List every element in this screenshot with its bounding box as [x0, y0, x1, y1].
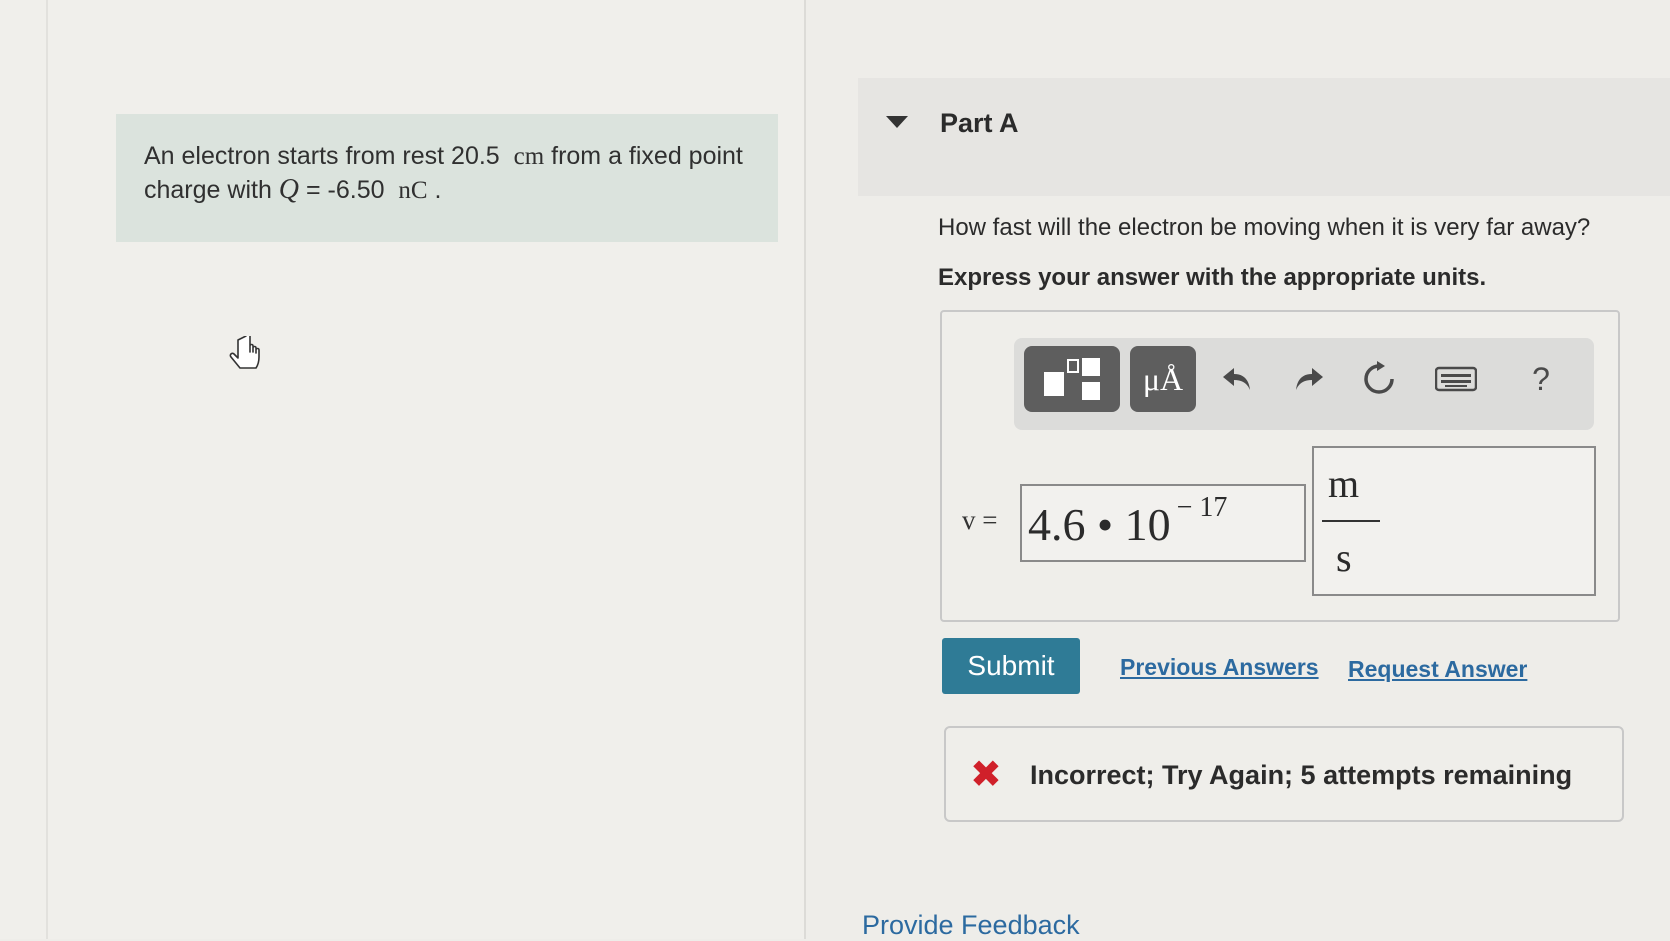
units-button[interactable]: μÅ: [1130, 346, 1196, 412]
request-answer-link[interactable]: Request Answer: [1348, 656, 1527, 683]
collapse-caret-icon[interactable]: [886, 116, 908, 128]
undo-icon[interactable]: [1214, 356, 1260, 402]
submit-button[interactable]: Submit: [942, 638, 1080, 694]
distance-value: 20.5: [451, 142, 500, 170]
charge-unit: nC: [398, 177, 428, 204]
keyboard-icon[interactable]: [1426, 356, 1486, 402]
question-text: How fast will the electron be moving whe…: [938, 214, 1591, 241]
problem-statement: An electron starts from rest 20.5 cm fro…: [116, 114, 778, 242]
previous-answers-link[interactable]: Previous Answers: [1120, 654, 1319, 681]
units-input[interactable]: m s: [1312, 446, 1596, 596]
instruction-text: Express your answer with the appropriate…: [938, 264, 1487, 291]
charge-symbol: Q: [278, 174, 300, 205]
help-button[interactable]: ?: [1518, 356, 1564, 402]
value-mantissa: 4.6 • 10: [1028, 499, 1171, 550]
period: .: [427, 176, 442, 204]
redo-icon[interactable]: [1286, 356, 1332, 402]
panel-edge: [46, 0, 48, 939]
templates-icon: [1044, 358, 1100, 400]
fraction-bar: [1322, 520, 1380, 522]
x-icon: ✖: [970, 754, 1002, 796]
math-toolbar: μÅ ?: [1014, 338, 1594, 430]
charge-value: -6.50: [327, 176, 385, 204]
distance-unit: cm: [513, 143, 545, 170]
panel-divider: [804, 0, 806, 939]
unit-numerator: m: [1328, 461, 1360, 506]
problem-text-1: An electron starts from rest: [144, 142, 452, 170]
value-input[interactable]: 4.6 • 10− 17: [1020, 484, 1306, 562]
hand-cursor-icon: [228, 332, 268, 376]
provide-feedback-link[interactable]: Provide Feedback: [862, 910, 1080, 941]
unit-denominator: s: [1336, 535, 1352, 580]
reset-icon[interactable]: [1356, 356, 1402, 402]
feedback-message: Incorrect; Try Again; 5 attempts remaini…: [1030, 760, 1573, 790]
equals-sign: =: [299, 176, 328, 204]
templates-button[interactable]: [1024, 346, 1120, 412]
variable-label: v =: [962, 505, 998, 535]
value-exponent: − 17: [1176, 492, 1228, 523]
part-title: Part A: [940, 108, 1019, 138]
